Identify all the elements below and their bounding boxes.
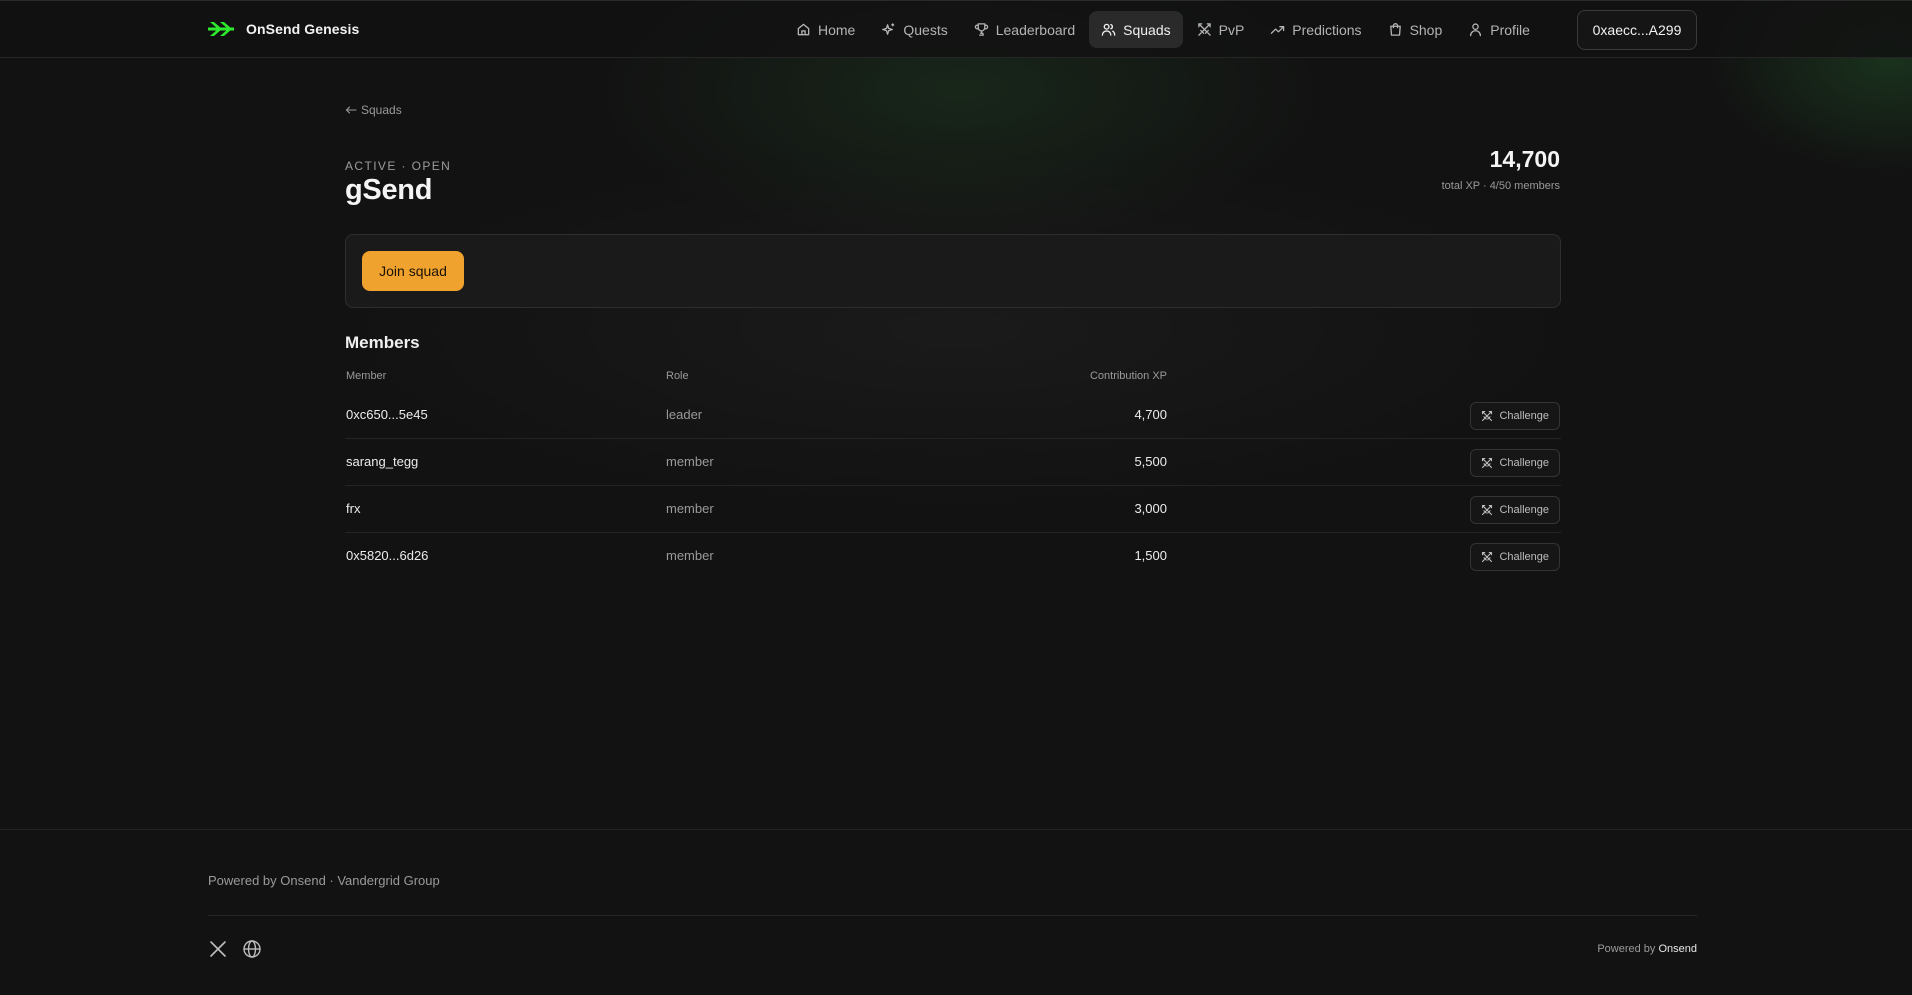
swords-icon [1482, 410, 1493, 422]
back-to-squads-link[interactable]: Squads [345, 103, 402, 117]
table-row: frx member 3,000 Challenge [345, 486, 1561, 533]
member-name: 0x5820...6d26 [346, 548, 429, 563]
squad-xp-subtitle: total XP · 4/50 members [1441, 180, 1560, 192]
sparkle-icon [882, 23, 895, 35]
challenge-label: Challenge [1499, 457, 1549, 469]
brand-name: OnSend Genesis [246, 21, 360, 37]
column-member: Member [346, 370, 387, 382]
table-row: sarang_tegg member 5,500 Challenge [345, 439, 1561, 486]
main-nav: Home Quests Leaderboard Squads PvP Predi… [784, 11, 1542, 48]
member-xp: 3,000 [1134, 501, 1167, 516]
footer-credit: Powered by Onsend · Vandergrid Group [208, 873, 440, 888]
x-link[interactable] [208, 939, 228, 959]
challenge-label: Challenge [1499, 504, 1549, 516]
powered-by-prefix: Powered by [1597, 943, 1656, 955]
challenge-button[interactable]: Challenge [1470, 496, 1560, 524]
home-icon [797, 23, 810, 36]
member-role: member [666, 548, 714, 563]
trending-up-icon [1271, 26, 1285, 34]
table-row: 0x5820...6d26 member 1,500 Challenge [345, 533, 1561, 580]
members-heading: Members [345, 333, 420, 352]
swords-icon [1482, 551, 1493, 563]
challenge-button[interactable]: Challenge [1470, 543, 1560, 571]
back-link-label: Squads [361, 103, 402, 117]
onsend-logo-icon [208, 22, 234, 36]
member-role: leader [666, 407, 703, 422]
squad-status: ACTIVE · OPEN [345, 159, 452, 173]
nav-leaderboard-label: Leaderboard [995, 21, 1076, 38]
trophy-icon [974, 23, 988, 36]
nav-home[interactable]: Home [784, 11, 867, 48]
swords-icon [1482, 457, 1493, 469]
top-navbar: OnSend Genesis Home Quests Leaderboard S… [0, 0, 1912, 58]
swords-icon [1482, 504, 1493, 516]
member-role: member [666, 501, 714, 516]
website-link[interactable] [242, 939, 262, 959]
wallet-button[interactable]: 0xaecc...A299 [1577, 10, 1697, 50]
nav-profile-label: Profile [1490, 21, 1530, 38]
join-squad-button[interactable]: Join squad [362, 251, 464, 291]
nav-squads[interactable]: Squads [1089, 11, 1183, 48]
members-table: Member Role Contribution XP 0xc650...5e4… [345, 366, 1561, 580]
social-links [208, 939, 262, 959]
nav-pvp[interactable]: PvP [1185, 11, 1257, 48]
member-xp: 5,500 [1134, 454, 1167, 469]
member-role: member [666, 454, 714, 469]
nav-profile[interactable]: Profile [1456, 11, 1542, 48]
join-card: Join squad [345, 234, 1561, 308]
challenge-label: Challenge [1499, 551, 1549, 563]
member-xp: 1,500 [1134, 548, 1167, 563]
swords-icon [1197, 23, 1211, 36]
nav-quests-label: Quests [903, 21, 948, 38]
member-xp: 4,700 [1134, 407, 1167, 422]
column-role: Role [666, 370, 689, 382]
nav-squads-label: Squads [1123, 21, 1171, 38]
nav-home-label: Home [818, 21, 856, 38]
brand[interactable]: OnSend Genesis [208, 18, 359, 40]
nav-leaderboard[interactable]: Leaderboard [962, 11, 1087, 48]
nav-pvp-label: PvP [1218, 21, 1245, 38]
challenge-label: Challenge [1499, 410, 1549, 422]
table-row: 0xc650...5e45 leader 4,700 Challenge [345, 392, 1561, 439]
member-name: 0xc650...5e45 [346, 407, 428, 422]
challenge-button[interactable]: Challenge [1470, 449, 1560, 477]
footer-divider [208, 915, 1697, 916]
nav-predictions-label: Predictions [1292, 21, 1362, 38]
nav-predictions[interactable]: Predictions [1258, 11, 1373, 48]
members-table-header: Member Role Contribution XP [345, 366, 1561, 388]
challenge-button[interactable]: Challenge [1470, 402, 1560, 430]
globe-icon [243, 940, 261, 958]
nav-shop-label: Shop [1409, 21, 1443, 38]
footer: Powered by Onsend · Vandergrid Group Pow… [0, 829, 1912, 995]
footer-powered-by: Powered by Onsend [1597, 943, 1697, 955]
member-name: sarang_tegg [346, 454, 419, 469]
nav-shop[interactable]: Shop [1376, 11, 1455, 48]
shopping-bag-icon [1389, 23, 1401, 36]
squad-total-xp: 14,700 [1489, 146, 1560, 172]
nav-quests[interactable]: Quests [869, 11, 959, 48]
column-contribution-xp: Contribution XP [1089, 370, 1167, 382]
powered-by-brand[interactable]: Onsend [1658, 943, 1697, 955]
user-icon [1470, 23, 1482, 37]
squad-title: gSend [345, 174, 433, 206]
x-icon [210, 941, 226, 957]
member-name: frx [346, 501, 361, 516]
arrow-left-icon [345, 106, 357, 114]
users-icon [1101, 23, 1116, 36]
